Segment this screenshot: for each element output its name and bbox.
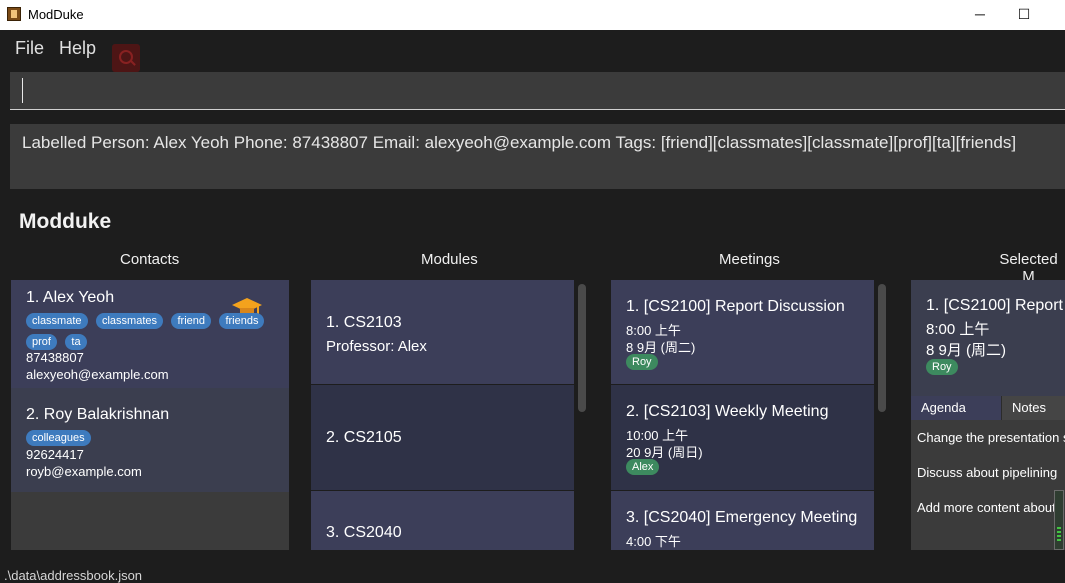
command-input[interactable]	[10, 72, 1065, 110]
menu-bar: File Help	[0, 30, 1065, 66]
module-title: 2. CS2105	[326, 429, 402, 446]
tag-friend: friend	[171, 313, 211, 329]
status-bar: .\data\addressbook.json	[0, 567, 1065, 583]
selected-meeting-title: 1. [CS2100] Report D	[926, 297, 1065, 314]
contact-phone: 92624417	[26, 447, 84, 462]
window-titlebar: ModDuke ─ ☐	[0, 0, 1065, 30]
contact-tags-row2: prof ta	[26, 332, 91, 350]
meeting-title: 3. [CS2040] Emergency Meeting	[626, 509, 858, 526]
agenda-item[interactable]: Change the presentation s	[917, 430, 1065, 445]
maximize-button[interactable]: ☐	[1009, 3, 1039, 25]
meetings-scrollbar[interactable]	[878, 284, 886, 412]
agenda-scrollbar[interactable]	[1054, 490, 1064, 550]
selected-meeting-card: 1. [CS2100] Report D 8:00 上午 8 9月 (周二) R…	[911, 280, 1065, 396]
selected-meeting-tag: Roy	[926, 359, 958, 375]
status-file-path: .\data\addressbook.json	[4, 568, 143, 583]
app-heading: Modduke	[19, 210, 112, 233]
selected-meeting-tabs: Agenda Notes	[911, 396, 1065, 420]
meeting-card[interactable]: 3. [CS2040] Emergency Meeting 4:00 下午	[611, 491, 874, 550]
contacts-list[interactable]: 1. Alex Yeoh classmate classmates friend…	[11, 280, 289, 550]
selected-meeting-panel: 1. [CS2100] Report D 8:00 上午 8 9月 (周二) R…	[911, 280, 1065, 550]
tag-prof: prof	[26, 334, 57, 350]
module-title: 1. CS2103	[326, 314, 402, 331]
tab-notes[interactable]: Notes	[1002, 396, 1065, 420]
menu-help[interactable]: Help	[59, 38, 96, 59]
contact-tags: colleagues	[26, 428, 95, 446]
agenda-item[interactable]: Add more content about	[917, 500, 1056, 515]
contact-phone: 87438807	[26, 350, 84, 365]
meeting-time: 4:00 下午	[626, 534, 681, 549]
result-display: Labelled Person: Alex Yeoh Phone: 874388…	[10, 124, 1065, 189]
tag-classmates: classmates	[95, 313, 164, 329]
search-icon	[112, 44, 140, 72]
tag-friends: friends	[219, 313, 265, 329]
contact-card[interactable]: 2. Roy Balakrishnan colleagues 92624417 …	[11, 388, 289, 492]
tag-ta: ta	[65, 334, 87, 350]
selected-meeting-date: 8 9月 (周二)	[926, 342, 1007, 359]
meeting-participant-tag: Roy	[626, 354, 658, 370]
contact-email: royb@example.com	[26, 464, 142, 479]
contacts-heading: Contacts	[120, 251, 180, 268]
meeting-title: 1. [CS2100] Report Discussion	[626, 298, 845, 315]
module-card[interactable]: 1. CS2103 Professor: Alex	[311, 280, 574, 384]
tab-agenda[interactable]: Agenda	[911, 396, 1001, 420]
meeting-card[interactable]: 1. [CS2100] Report Discussion 8:00 上午 8 …	[611, 280, 874, 384]
result-text: Labelled Person: Alex Yeoh Phone: 874388…	[22, 133, 1017, 152]
window-title: ModDuke	[28, 7, 84, 22]
module-title: 3. CS2040	[326, 524, 402, 541]
contact-name: 1. Alex Yeoh	[26, 289, 115, 306]
contact-name: 2. Roy Balakrishnan	[26, 406, 170, 423]
modules-heading: Modules	[421, 251, 478, 268]
meeting-participant-tag: Alex	[626, 459, 660, 475]
meeting-title: 2. [CS2103] Weekly Meeting	[626, 403, 829, 420]
meetings-heading: Meetings	[719, 251, 780, 268]
selected-meeting-time: 8:00 上午	[926, 321, 990, 338]
tag-colleagues: colleagues	[26, 430, 91, 446]
module-detail: Professor: Alex	[326, 338, 427, 355]
tag-classmate: classmate	[26, 313, 88, 329]
agenda-item[interactable]: Discuss about pipelining	[917, 465, 1057, 480]
meetings-list[interactable]: 1. [CS2100] Report Discussion 8:00 上午 8 …	[611, 280, 889, 550]
meeting-card[interactable]: 2. [CS2103] Weekly Meeting 10:00 上午 20 9…	[611, 385, 874, 490]
contact-email: alexyeoh@example.com	[26, 367, 169, 382]
modules-scrollbar[interactable]	[578, 284, 586, 412]
module-card[interactable]: 3. CS2040	[311, 491, 574, 550]
contact-card[interactable]: 1. Alex Yeoh classmate classmates friend…	[11, 280, 289, 388]
module-card[interactable]: 2. CS2105	[311, 385, 574, 490]
text-caret	[22, 78, 23, 103]
contact-tags: classmate classmates friend friends	[26, 311, 276, 329]
minimize-button[interactable]: ─	[965, 3, 995, 25]
app-icon	[7, 7, 21, 21]
menu-file[interactable]: File	[15, 38, 44, 59]
modules-list[interactable]: 1. CS2103 Professor: Alex 2. CS2105 3. C…	[311, 280, 589, 550]
